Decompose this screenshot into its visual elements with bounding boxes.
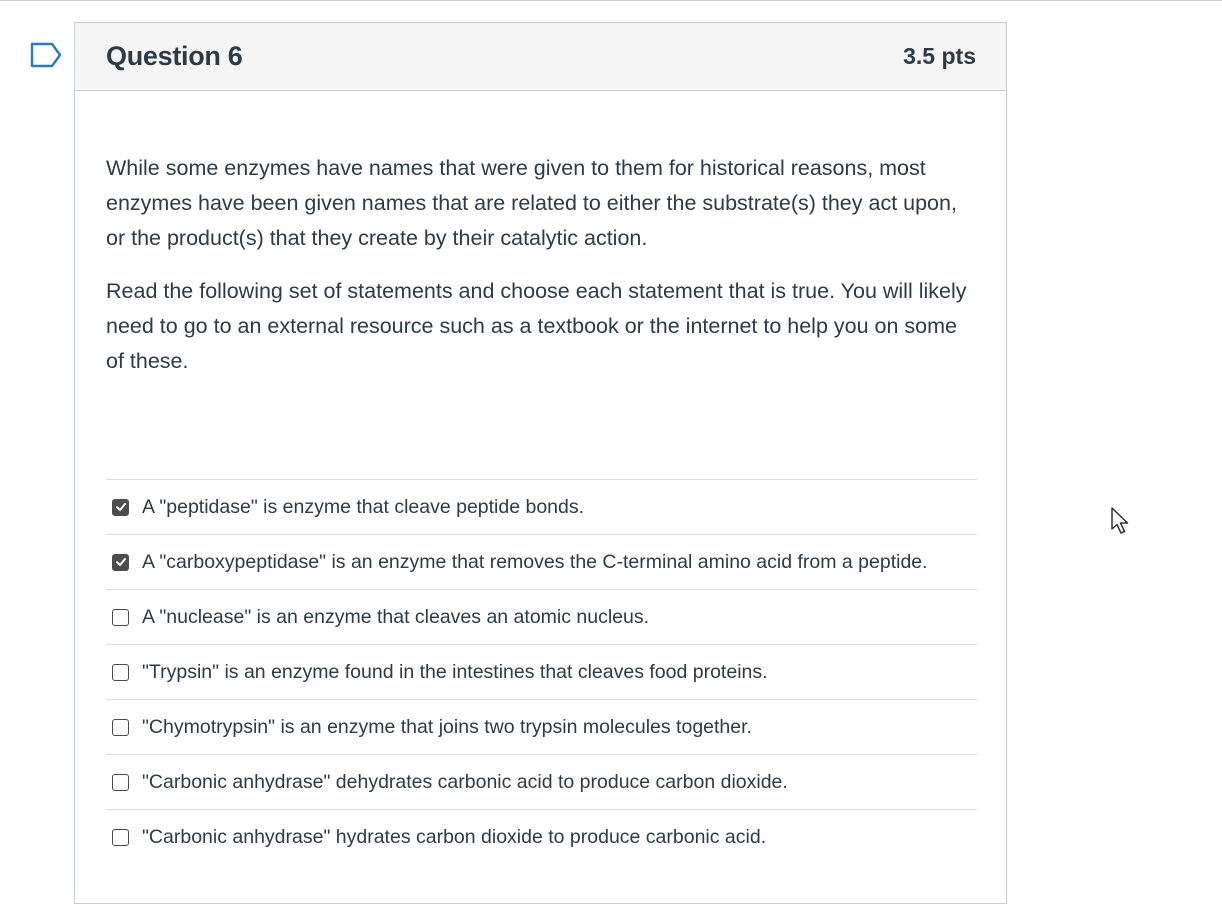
question-card: Question 6 3.5 pts While some enzymes ha… [74, 22, 1007, 904]
answer-label: A "carboxypeptidase" is an enzyme that r… [142, 550, 928, 573]
checkbox-unchecked[interactable] [112, 663, 129, 681]
question-points: 3.5 pts [903, 43, 976, 69]
answer-option[interactable]: "Carbonic anhydrase" hydrates carbon dio… [106, 810, 977, 865]
checkmark-icon [115, 558, 126, 566]
answer-option[interactable]: "Chymotrypsin" is an enzyme that joins t… [106, 700, 977, 755]
answer-option[interactable]: A "nuclease" is an enzyme that cleaves a… [106, 590, 977, 645]
answer-option[interactable]: A "carboxypeptidase" is an enzyme that r… [106, 535, 977, 590]
answer-label: "Chymotrypsin" is an enzyme that joins t… [142, 715, 752, 738]
question-body: While some enzymes have names that were … [75, 91, 1006, 865]
checkmark-icon [115, 503, 126, 511]
answer-option[interactable]: "Carbonic anhydrase" dehydrates carbonic… [106, 755, 977, 810]
question-paragraph: While some enzymes have names that were … [106, 156, 957, 250]
question-header: Question 6 3.5 pts [75, 23, 1006, 91]
flag-icon[interactable] [30, 42, 62, 68]
answer-option[interactable]: A "peptidase" is enzyme that cleave pept… [106, 480, 977, 535]
answer-label: "Carbonic anhydrase" hydrates carbon dio… [142, 826, 767, 848]
checkbox-unchecked[interactable] [112, 773, 129, 791]
question-paragraph: Read the following set of statements and… [106, 279, 967, 373]
question-text: While some enzymes have names that were … [106, 151, 976, 379]
top-divider [0, 0, 1222, 1]
question-title: Question 6 [106, 41, 243, 71]
checkbox-unchecked[interactable] [112, 608, 129, 626]
answer-option[interactable]: "Trypsin" is an enzyme found in the inte… [106, 645, 977, 700]
answer-label: "Trypsin" is an enzyme found in the inte… [142, 660, 768, 683]
checkbox-checked[interactable] [112, 498, 129, 516]
checkbox-checked[interactable] [112, 553, 129, 571]
answer-label: A "peptidase" is enzyme that cleave pept… [142, 495, 585, 518]
mouse-pointer-icon [1111, 507, 1129, 534]
answer-label: "Carbonic anhydrase" dehydrates carbonic… [142, 770, 788, 793]
answer-list: A "peptidase" is enzyme that cleave pept… [106, 479, 977, 865]
answer-label: A "nuclease" is an enzyme that cleaves a… [142, 605, 650, 628]
checkbox-unchecked[interactable] [112, 829, 129, 846]
checkbox-unchecked[interactable] [112, 718, 129, 736]
